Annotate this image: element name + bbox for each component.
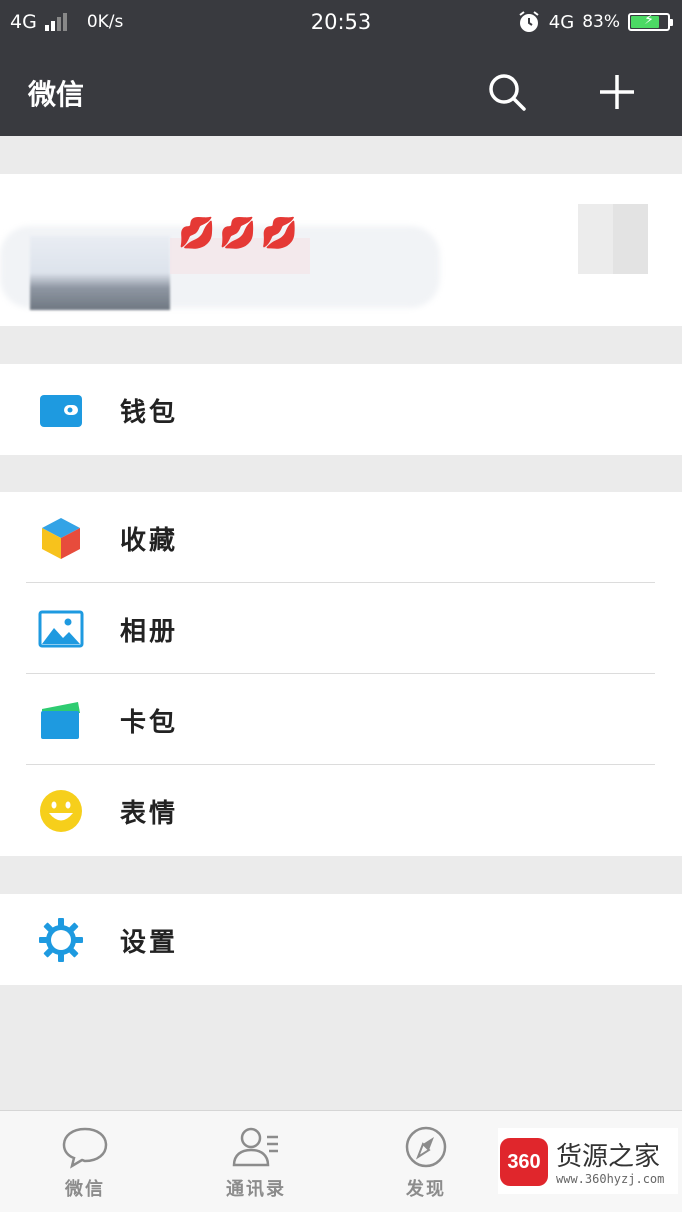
menu-label: 表情 <box>120 799 179 829</box>
menu-item-stickers[interactable]: 表情 <box>0 765 682 856</box>
tab-label: 发现 <box>406 1179 446 1200</box>
settings-section: 设置 <box>0 894 682 985</box>
wallet-section: 钱包 <box>0 364 682 455</box>
avatar <box>30 236 170 310</box>
tab-contacts[interactable]: 通讯录 <box>196 1125 316 1201</box>
chat-bubble-icon <box>62 1127 108 1169</box>
tab-discover[interactable]: 发现 <box>366 1125 486 1201</box>
card-wallet-icon <box>41 702 80 739</box>
menu-item-album[interactable]: 相册 <box>0 583 682 674</box>
battery-icon: ⚡ <box>628 12 673 31</box>
menu-item-wallet[interactable]: 钱包 <box>0 364 682 455</box>
alarm-icon <box>519 11 539 32</box>
wallet-icon <box>40 395 82 427</box>
tab-label: 通讯录 <box>226 1179 286 1200</box>
plus-icon[interactable] <box>594 69 640 115</box>
menu-label: 收藏 <box>120 526 179 556</box>
app-header: 微信 <box>0 45 682 136</box>
menu-item-settings[interactable]: 设置 <box>0 894 682 985</box>
smiley-icon <box>40 790 82 832</box>
features-section: 收藏 相册 卡包 表情 <box>0 492 682 856</box>
watermark-url: www.360hyzj.com <box>556 1172 665 1186</box>
status-bar: 4G 0K/s 20:53 4G 83% ⚡ <box>0 0 682 45</box>
qr-blur <box>578 204 648 274</box>
watermark-logo: 360 <box>500 1138 548 1186</box>
menu-label: 设置 <box>120 928 179 958</box>
picture-icon <box>38 610 84 648</box>
battery-percent: 83% <box>582 12 620 32</box>
menu-label: 钱包 <box>120 398 179 428</box>
menu-item-cards[interactable]: 卡包 <box>0 674 682 765</box>
menu-label: 相册 <box>120 617 179 647</box>
watermark: 360 货源之家 www.360hyzj.com <box>498 1128 678 1194</box>
page-title: 微信 <box>28 78 85 111</box>
lips-decoration: 💋💋💋 <box>178 216 303 251</box>
search-icon[interactable] <box>484 69 530 115</box>
menu-label: 卡包 <box>120 708 179 738</box>
cube-icon <box>42 518 80 559</box>
tab-chats[interactable]: 微信 <box>25 1125 145 1201</box>
contacts-icon <box>232 1127 278 1167</box>
network-type-right: 4G <box>548 11 575 33</box>
watermark-name: 货源之家 <box>556 1142 661 1172</box>
menu-item-favorites[interactable]: 收藏 <box>0 492 682 583</box>
gear-icon <box>39 918 83 962</box>
charging-icon: ⚡ <box>644 12 654 28</box>
profile-card[interactable]: 💋💋💋 <box>0 174 682 326</box>
compass-icon <box>405 1126 447 1168</box>
tab-label: 微信 <box>65 1179 105 1200</box>
